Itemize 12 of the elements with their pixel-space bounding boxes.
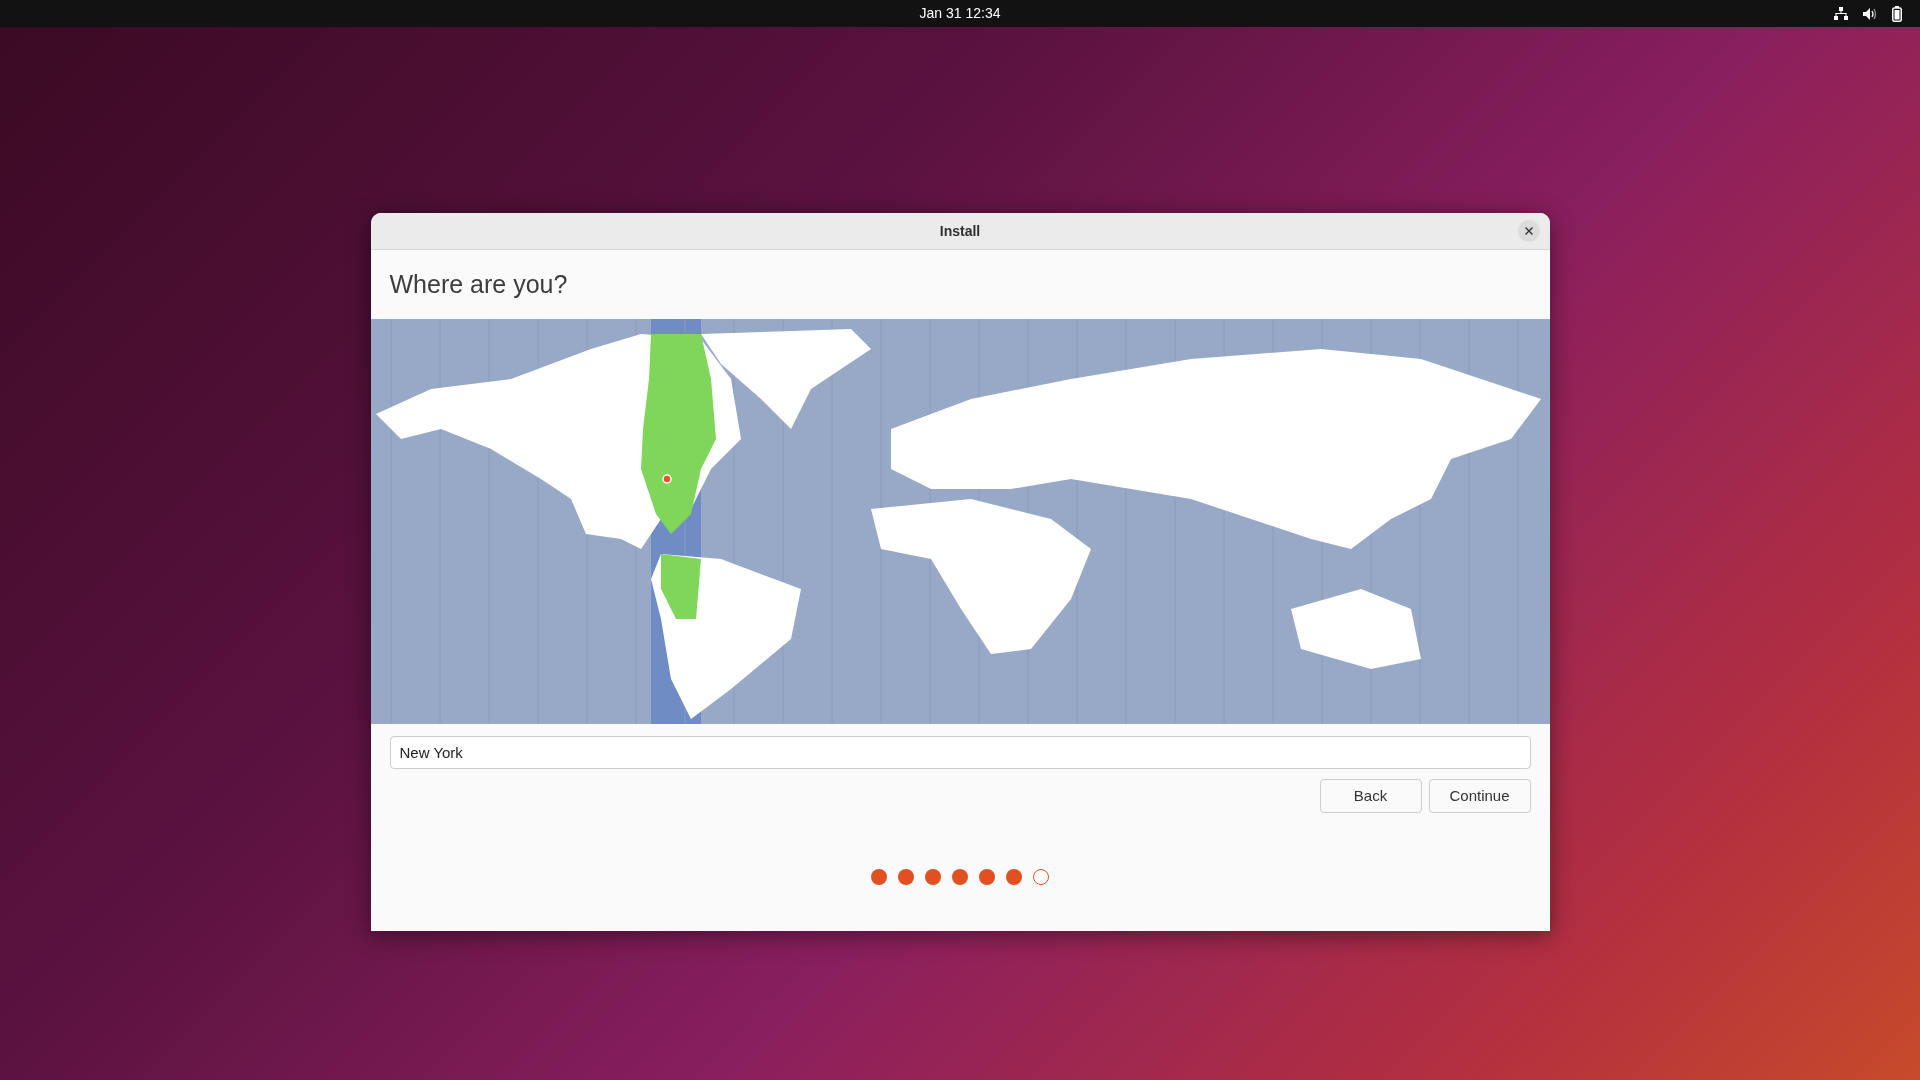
world-map-drawing[interactable] xyxy=(370,319,1550,724)
page-heading: Where are you? xyxy=(389,268,568,300)
location-field[interactable]: New York xyxy=(389,736,1531,769)
close-button[interactable] xyxy=(1517,220,1540,242)
clock[interactable]: Jan 31 12:34 xyxy=(919,3,1001,24)
close-icon xyxy=(1524,227,1533,235)
network-icon[interactable] xyxy=(1834,7,1848,20)
battery-icon[interactable] xyxy=(1892,5,1902,22)
window-title: Install xyxy=(939,221,981,241)
continue-button[interactable]: Continue xyxy=(1428,779,1531,813)
back-button[interactable]: Back xyxy=(1319,779,1422,813)
volume-icon[interactable] xyxy=(1862,6,1878,21)
